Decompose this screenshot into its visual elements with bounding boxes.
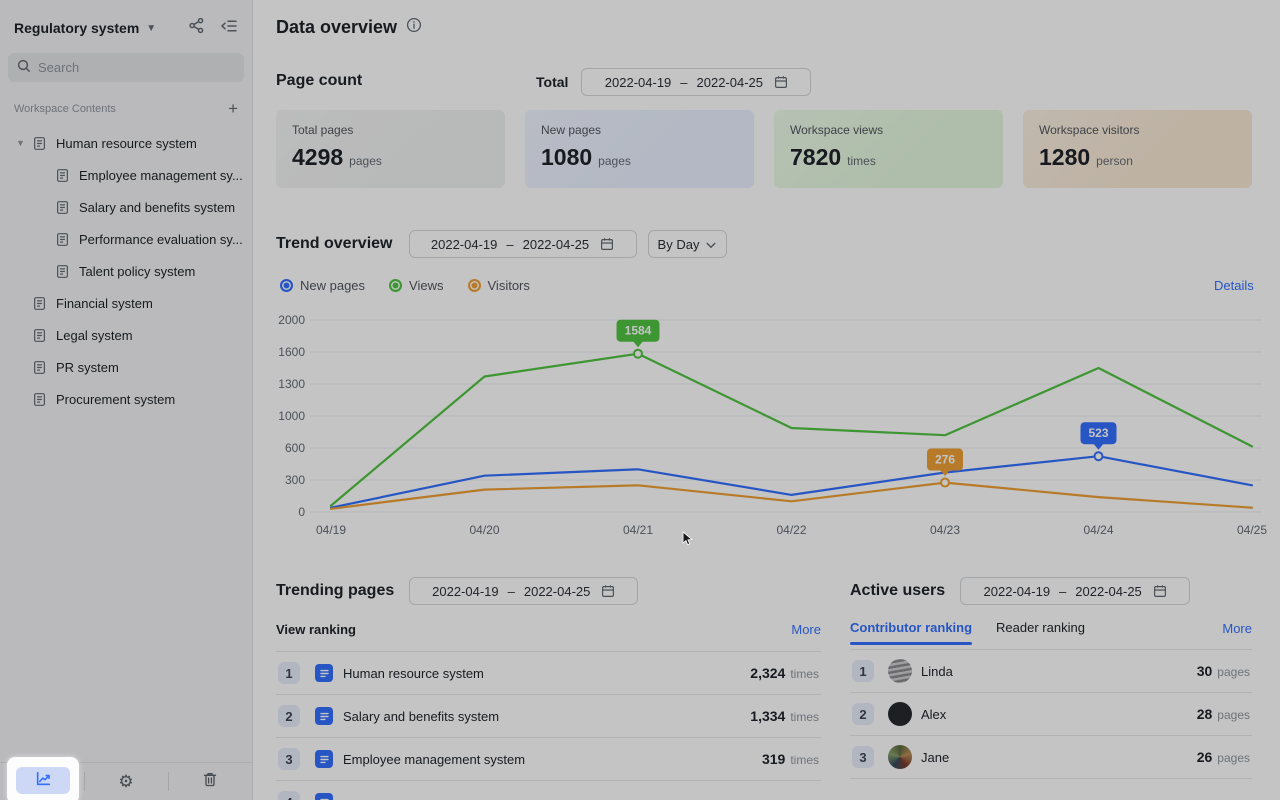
data-overview-screen: { "colors": { "accent": "#3370ff", "gree… bbox=[0, 0, 1280, 800]
analytics-button-highlight[interactable] bbox=[16, 767, 70, 794]
analytics-spotlight[interactable] bbox=[7, 757, 79, 800]
dim-overlay bbox=[0, 0, 1280, 800]
mouse-cursor bbox=[682, 531, 693, 552]
analytics-chart-icon bbox=[35, 770, 52, 792]
